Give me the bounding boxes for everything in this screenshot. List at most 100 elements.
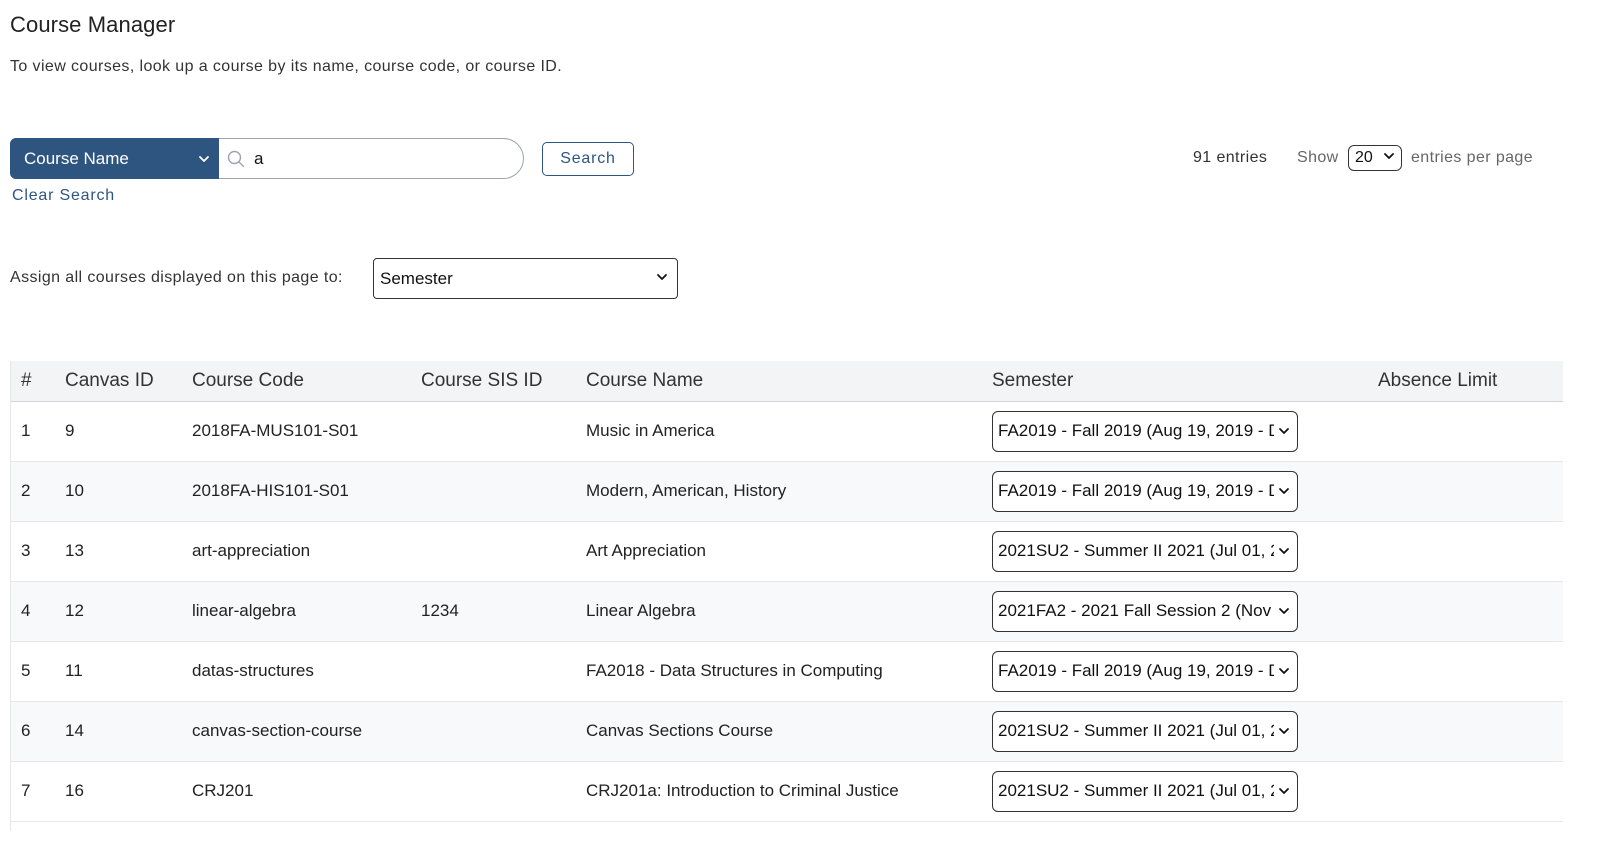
chevron-down-icon xyxy=(655,269,669,289)
search-input[interactable] xyxy=(254,148,494,169)
course-name-cell: CRJ201a: Introduction to Criminal Justic… xyxy=(586,781,899,800)
canvas-id-cell: 10 xyxy=(65,481,84,500)
search-field-select[interactable]: Course Name xyxy=(10,138,219,179)
semester-select[interactable]: FA2019 - Fall 2019 (Aug 19, 2019 - Dec xyxy=(992,410,1298,452)
absence-limit-cell xyxy=(1378,521,1563,581)
absence-limit-cell xyxy=(1378,701,1563,761)
column-header-semester: Semester xyxy=(992,361,1378,402)
course-name-cell: Modern, American, History xyxy=(586,481,787,500)
row-number: 5 xyxy=(21,661,31,680)
course-name-cell: Music in America xyxy=(586,421,715,440)
semester-select[interactable]: 2021SU2 - Summer II 2021 (Jul 01, 2021 xyxy=(992,770,1298,812)
column-header-canvas-id: Canvas ID xyxy=(65,361,192,402)
semester-selected-value: 2021SU2 - Summer II 2021 (Jul 01, 2021 xyxy=(998,541,1274,560)
per-page-select[interactable]: 20 xyxy=(1348,145,1402,171)
row-number: 6 xyxy=(21,721,31,740)
per-page-value: 20 xyxy=(1355,149,1373,166)
chevron-down-icon xyxy=(1277,664,1291,678)
course-sis-id-cell xyxy=(421,641,586,701)
semester-selected-value: 2021SU2 - Summer II 2021 (Jul 01, 2021 xyxy=(998,721,1274,740)
table-row: 4 12 linear-algebra 1234 Linear Algebra … xyxy=(11,581,1563,641)
canvas-id-cell: 12 xyxy=(65,601,84,620)
absence-limit-cell xyxy=(1378,761,1563,821)
absence-limit-cell xyxy=(1378,461,1563,521)
semester-cell: 2021FA2 - 2021 Fall Session 2 (Nov xyxy=(992,581,1378,641)
table-row: 7 16 CRJ201 CRJ201a: Introduction to Cri… xyxy=(11,761,1563,821)
search-button[interactable]: Search xyxy=(542,142,634,176)
course-manager-page: Course Manager To view courses, look up … xyxy=(0,0,1618,853)
course-name-cell: Art Appreciation xyxy=(586,541,707,560)
row-number: 4 xyxy=(21,601,31,620)
chevron-down-icon xyxy=(1277,484,1291,498)
column-header-course-sis-id: Course SIS ID xyxy=(421,361,586,402)
semester-select[interactable]: FA2019 - Fall 2019 (Aug 19, 2019 - Dec xyxy=(992,650,1298,692)
canvas-id-cell: 13 xyxy=(65,541,84,560)
entries-count: 91 entries xyxy=(1193,149,1268,166)
table-row: 3 13 art-appreciation Art Appreciation 2… xyxy=(11,521,1563,581)
canvas-id-cell: 16 xyxy=(65,781,84,800)
column-header-course-code: Course Code xyxy=(192,361,421,402)
courses-table-wrapper: # Canvas ID Course Code Course SIS ID Co… xyxy=(10,361,1563,831)
canvas-id-cell: 11 xyxy=(65,661,83,680)
show-label: Show xyxy=(1297,149,1339,166)
table-header-row: # Canvas ID Course Code Course SIS ID Co… xyxy=(11,361,1563,402)
course-code-cell: 2018FA-HIS101-S01 xyxy=(192,481,349,500)
semester-cell: FA2019 - Fall 2019 (Aug 19, 2019 - Dec xyxy=(992,461,1378,521)
absence-limit-cell xyxy=(1378,641,1563,701)
course-sis-id-cell xyxy=(421,401,586,461)
table-row: 1 9 2018FA-MUS101-S01 Music in America F… xyxy=(11,401,1563,461)
course-sis-id-cell: 1234 xyxy=(421,601,459,620)
course-name-cell: FA2018 - Data Structures in Computing xyxy=(586,661,883,680)
column-header-course-name: Course Name xyxy=(586,361,992,402)
course-code-cell: art-appreciation xyxy=(192,541,311,560)
semester-select[interactable]: FA2019 - Fall 2019 (Aug 19, 2019 - Dec xyxy=(992,470,1298,512)
chevron-down-icon xyxy=(1277,724,1291,738)
search-box xyxy=(219,138,524,179)
course-code-cell: datas-structures xyxy=(192,661,314,680)
column-header-absence-limit: Absence Limit xyxy=(1378,361,1563,402)
course-sis-id-cell xyxy=(421,461,586,521)
page-title: Course Manager xyxy=(10,12,176,37)
canvas-id-cell: 14 xyxy=(65,721,84,740)
assign-semester-select[interactable]: Semester xyxy=(373,258,678,299)
semester-cell: 2021SU2 - Summer II 2021 (Jul 01, 2021 xyxy=(992,521,1378,581)
chevron-down-icon xyxy=(1382,149,1396,168)
course-name-cell: Linear Algebra xyxy=(586,601,696,620)
course-code-cell: CRJ201 xyxy=(192,781,254,800)
table-row: 6 14 canvas-section-course Canvas Sectio… xyxy=(11,701,1563,761)
assign-selected-value: Semester xyxy=(380,268,453,288)
table-row: 5 11 datas-structures FA2018 - Data Stru… xyxy=(11,641,1563,701)
page-subtitle: To view courses, look up a course by its… xyxy=(10,58,563,75)
semester-selected-value: 2021FA2 - 2021 Fall Session 2 (Nov xyxy=(998,601,1272,620)
semester-cell: 2021SU2 - Summer II 2021 (Jul 01, 2021 xyxy=(992,761,1378,821)
absence-limit-cell xyxy=(1378,581,1563,641)
semester-selected-value: FA2019 - Fall 2019 (Aug 19, 2019 - Dec xyxy=(998,421,1274,440)
course-sis-id-cell xyxy=(421,761,586,821)
semester-cell: FA2019 - Fall 2019 (Aug 19, 2019 - Dec xyxy=(992,641,1378,701)
canvas-id-cell: 9 xyxy=(65,421,75,440)
course-name-cell: Canvas Sections Course xyxy=(586,721,774,740)
search-field-label: Course Name xyxy=(24,148,129,168)
row-number: 3 xyxy=(21,541,31,560)
column-header-number: # xyxy=(11,361,65,402)
row-number: 2 xyxy=(21,481,31,500)
semester-select[interactable]: 2021SU2 - Summer II 2021 (Jul 01, 2021 xyxy=(992,710,1298,752)
chevron-down-icon xyxy=(1277,424,1291,438)
row-number: 7 xyxy=(21,781,31,800)
semester-selected-value: FA2019 - Fall 2019 (Aug 19, 2019 - Dec xyxy=(998,481,1274,500)
chevron-down-icon xyxy=(197,152,211,166)
course-code-cell: canvas-section-course xyxy=(192,721,363,740)
course-code-cell: 2018FA-MUS101-S01 xyxy=(192,421,359,440)
semester-cell: 2021SU2 - Summer II 2021 (Jul 01, 2021 xyxy=(992,701,1378,761)
table-row: 2 10 2018FA-HIS101-S01 Modern, American,… xyxy=(11,461,1563,521)
clear-search-link[interactable]: Clear Search xyxy=(12,187,115,205)
absence-limit-cell xyxy=(1378,401,1563,461)
search-icon xyxy=(227,150,254,168)
row-number: 1 xyxy=(21,421,31,440)
semester-cell: FA2019 - Fall 2019 (Aug 19, 2019 - Dec xyxy=(992,401,1378,461)
semester-select[interactable]: 2021SU2 - Summer II 2021 (Jul 01, 2021 xyxy=(992,530,1298,572)
chevron-down-icon xyxy=(1277,784,1291,798)
semester-selected-value: 2021SU2 - Summer II 2021 (Jul 01, 2021 xyxy=(998,781,1274,800)
semester-select[interactable]: 2021FA2 - 2021 Fall Session 2 (Nov xyxy=(992,590,1298,632)
course-sis-id-cell xyxy=(421,521,586,581)
